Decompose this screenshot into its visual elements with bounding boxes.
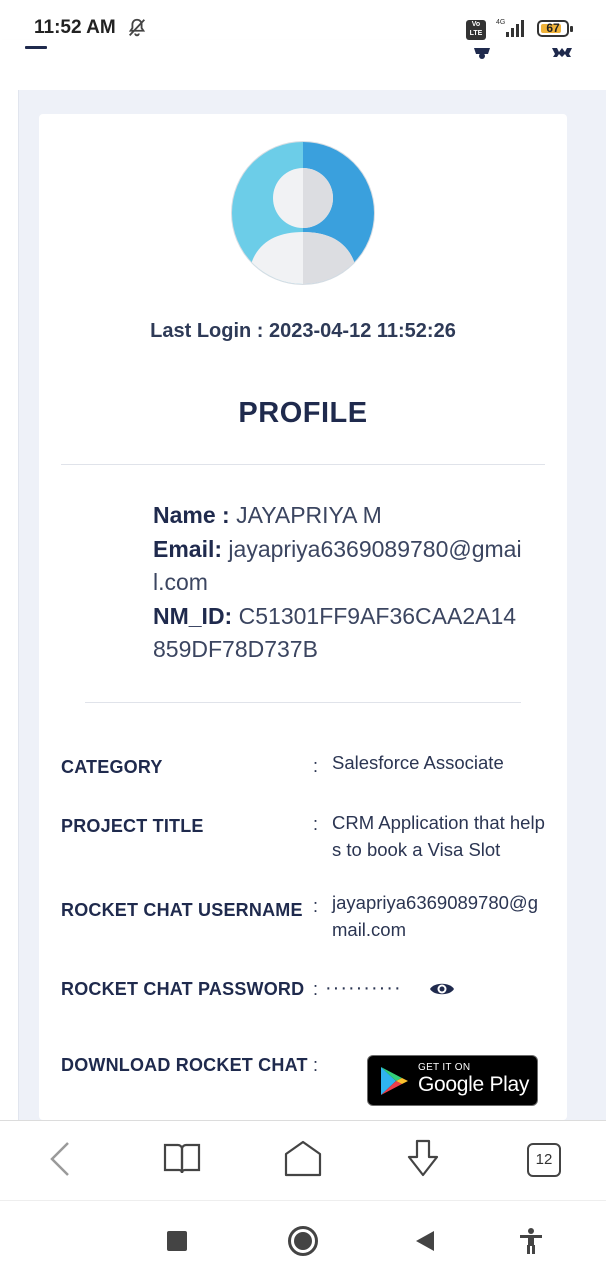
avatar xyxy=(231,141,375,285)
google-play-icon xyxy=(381,1067,408,1095)
password-value: ·········· xyxy=(325,977,402,999)
bell-icon[interactable] xyxy=(470,44,494,60)
project-title-label: PROJECT TITLE xyxy=(61,816,204,836)
browser-toolbar: 12 xyxy=(0,1120,606,1201)
gear-icon[interactable] xyxy=(550,42,574,60)
volte-icon: Vo LTE xyxy=(466,20,486,40)
name-value: JAYAPRIYA M xyxy=(236,502,382,528)
rocket-chat-username-value: jayapriya6369089780@gmail.com xyxy=(332,892,538,940)
battery-tip xyxy=(570,26,573,32)
battery-level: 67 xyxy=(546,21,560,35)
google-play-small-text: GET IT ON xyxy=(418,1062,471,1073)
colon: : xyxy=(313,896,319,916)
accessibility-icon[interactable] xyxy=(519,1228,543,1254)
profile-info: Name : JAYAPRIYA M Email: jayapriya63690… xyxy=(153,499,525,667)
home-circle-icon[interactable] xyxy=(287,1225,319,1257)
status-time: 11:52 AM xyxy=(34,17,116,38)
download-rocket-chat-label: DOWNLOAD ROCKET CHAT xyxy=(61,1055,308,1075)
left-sidebar-edge xyxy=(0,90,19,1120)
divider xyxy=(61,464,545,465)
last-login-text: Last Login : 2023-04-12 11:52:26 xyxy=(150,320,456,342)
home-icon[interactable] xyxy=(283,1139,323,1179)
back-icon[interactable] xyxy=(40,1139,80,1179)
project-title-value: CRM Application that helps to book a Vis… xyxy=(332,812,545,860)
battery-icon: 67 xyxy=(537,20,573,37)
network-label: 4G xyxy=(496,19,505,26)
system-navigation-bar xyxy=(0,1200,606,1281)
mute-notification-icon xyxy=(128,18,146,37)
email-line: Email: jayapriya6369089780@gmail.com xyxy=(153,533,525,600)
category-label: CATEGORY xyxy=(61,757,163,777)
nm-id-label: NM_ID: xyxy=(153,602,239,629)
divider xyxy=(85,702,521,703)
colon: : xyxy=(313,756,319,776)
profile-card: Last Login : 2023-04-12 11:52:26 PROFILE… xyxy=(39,114,567,1120)
rocket-chat-password-label: ROCKET CHAT PASSWORD xyxy=(61,979,305,999)
page-title: PROFILE xyxy=(238,397,368,429)
download-icon[interactable] xyxy=(403,1139,443,1179)
tabs-icon[interactable]: 12 xyxy=(527,1143,561,1177)
menu-icon[interactable] xyxy=(25,46,47,56)
google-play-button[interactable]: GET IT ON Google Play xyxy=(367,1055,538,1106)
colon: : xyxy=(313,814,319,834)
back-triangle-icon[interactable] xyxy=(414,1230,436,1252)
recents-icon[interactable] xyxy=(167,1231,187,1251)
eye-icon[interactable] xyxy=(429,980,455,998)
name-line: Name : JAYAPRIYA M xyxy=(153,499,525,533)
nm-id-line: NM_ID: C51301FF9AF36CAA2A14859DF78D737B xyxy=(153,600,525,667)
signal-icon: 4G xyxy=(496,19,524,37)
app-header xyxy=(0,40,606,90)
name-label: Name : xyxy=(153,502,237,528)
colon: : xyxy=(313,1055,319,1075)
email-label: Email: xyxy=(153,535,229,562)
book-icon[interactable] xyxy=(162,1139,202,1179)
rocket-chat-username-label: ROCKET CHAT USERNAME xyxy=(61,900,303,920)
colon: : xyxy=(313,979,319,999)
google-play-big-text: Google Play xyxy=(418,1073,530,1096)
category-value: Salesforce Associate xyxy=(332,752,504,773)
